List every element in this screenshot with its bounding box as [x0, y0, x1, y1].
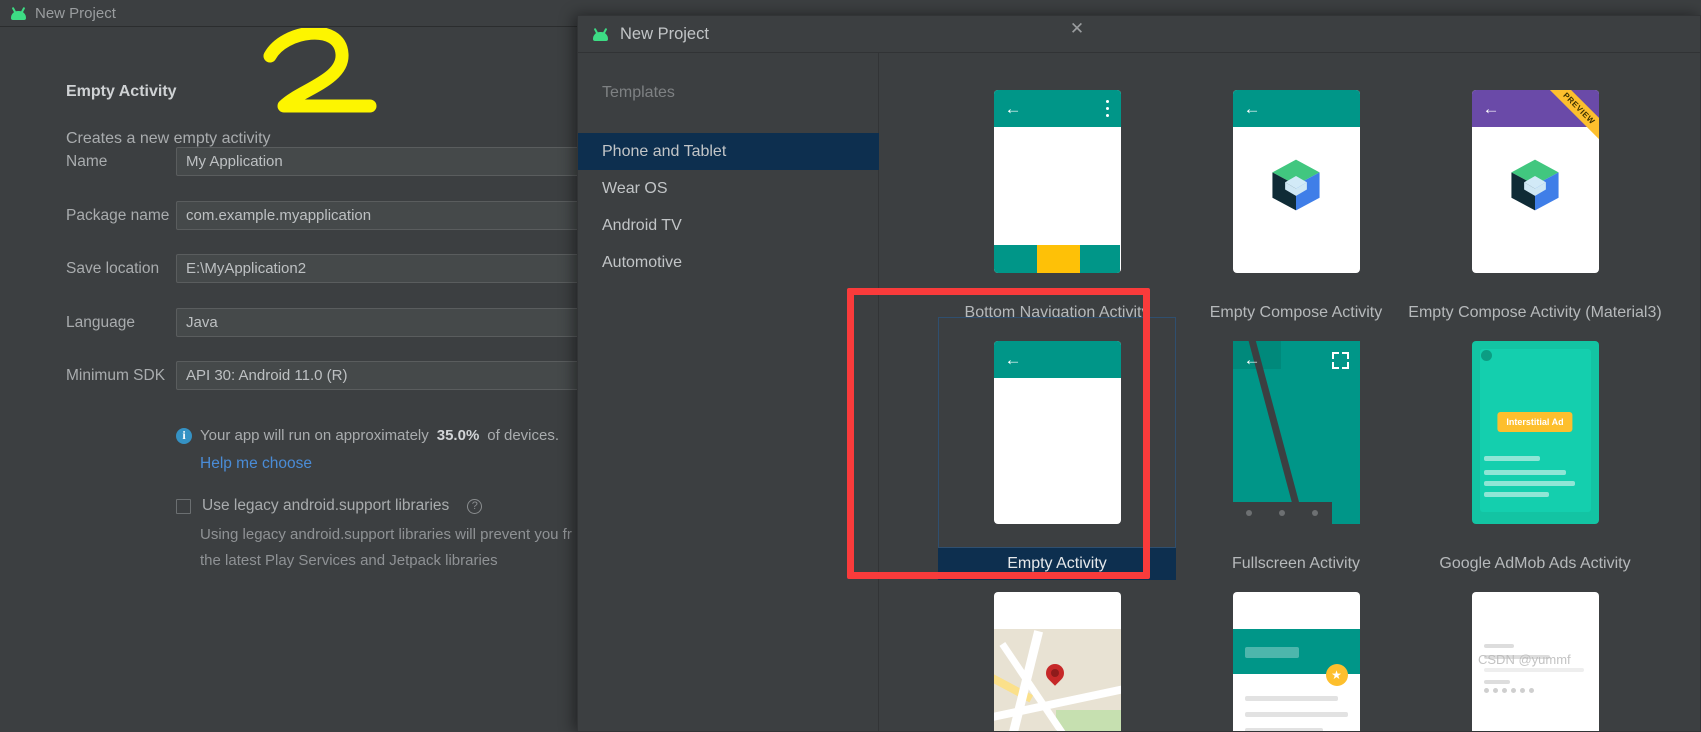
template-thumbnail-bottom-nav: ← — [938, 66, 1176, 297]
back-arrow-icon: ← — [1243, 350, 1261, 369]
back-arrow-icon: ← — [1482, 99, 1500, 118]
back-arrow-icon: ← — [1243, 99, 1261, 118]
preview-badge: PREVIEW — [1543, 90, 1599, 145]
legacy-libraries-description: Using legacy android.support libraries w… — [200, 526, 572, 569]
phone-mock: ← — [1232, 341, 1360, 524]
help-me-choose-link[interactable]: Help me choose — [200, 455, 312, 473]
template-thumbnail-compose: ← — [1177, 66, 1415, 297]
jetpack-compose-icon — [1272, 159, 1320, 211]
label-minimum-sdk: Minimum SDK — [66, 367, 166, 384]
phone-mock: Interstitial Ad — [1471, 341, 1599, 524]
template-thumbnail-compose-preview: ← PREVIEW — [1416, 66, 1654, 297]
device-coverage-percent: 35.0% — [436, 427, 480, 444]
back-arrow-icon: ← — [1004, 601, 1022, 620]
template-thumbnail-fullscreen: ← — [1177, 317, 1415, 548]
phone-mock: ← — [993, 90, 1121, 273]
info-icon: i — [176, 427, 192, 444]
back-arrow-icon: ← — [1004, 350, 1022, 369]
template-grid: ← Bottom Navigation Activity ← Empty Com… — [880, 53, 1700, 731]
avatar-dot-icon — [1480, 350, 1492, 361]
phone-mock: ← PREVIEW — [1471, 90, 1599, 273]
screenshot-root: New Project Empty Activity Creates a new… — [0, 0, 1701, 732]
legacy-libraries-label: Use legacy android.support libraries — [202, 497, 450, 514]
navigation-bar — [1232, 502, 1332, 524]
overflow-menu-icon — [1106, 100, 1110, 117]
overflow-menu-icon — [1345, 602, 1349, 619]
phone-mock: ← — [993, 592, 1121, 731]
legacy-libraries-row[interactable]: Use legacy android.support libraries ? — [176, 497, 483, 515]
wizard-heading: Empty Activity — [66, 83, 177, 100]
overflow-menu-icon — [1106, 602, 1110, 619]
sidebar-item-label: Phone and Tablet — [602, 142, 727, 160]
back-arrow-icon: ← — [1243, 601, 1261, 620]
legacy-libraries-checkbox[interactable] — [176, 498, 191, 514]
sidebar-item-automotive[interactable]: Automotive — [578, 244, 879, 281]
sidebar-item-label: Automotive — [602, 253, 683, 271]
template-thumbnail-basic: ← ★ — [1177, 568, 1415, 731]
watermark: CSDN @yummf — [1478, 652, 1571, 667]
back-arrow-icon: ← — [1482, 601, 1500, 620]
background-window-title: New Project — [35, 4, 116, 22]
android-icon — [10, 6, 27, 20]
sidebar-item-wear-os[interactable]: Wear OS — [578, 170, 879, 207]
jetpack-compose-icon — [1511, 159, 1559, 211]
sidebar-header: Templates — [602, 84, 675, 101]
wizard-subheading: Creates a new empty activity — [66, 130, 271, 147]
label-name: Name — [66, 153, 108, 170]
phone-mock: ← ★ — [1232, 592, 1360, 731]
question-mark-icon[interactable]: ? — [467, 498, 483, 514]
sidebar-item-phone-and-tablet[interactable]: Phone and Tablet — [578, 133, 879, 170]
bottom-nav-bar — [993, 245, 1121, 273]
dialog-titlebar: New Project — [578, 16, 1700, 53]
new-project-dialog: New Project ✕ Templates Phone and Tablet… — [577, 15, 1701, 732]
password-dots-icon — [1483, 688, 1534, 693]
device-coverage-text-before: Your app will run on approximately — [200, 427, 429, 444]
template-thumbnail-login: ← — [1416, 568, 1654, 731]
interstitial-ad-badge: Interstitial Ad — [1497, 411, 1573, 432]
preview-badge-label: PREVIEW — [1543, 90, 1599, 145]
star-fab-icon: ★ — [1325, 664, 1348, 686]
phone-mock: ← — [993, 341, 1121, 524]
overflow-menu-icon — [1584, 602, 1588, 619]
sidebar-item-label: Wear OS — [602, 179, 668, 197]
annotation-number-2 — [263, 28, 377, 113]
close-icon[interactable]: ✕ — [1060, 16, 1094, 42]
fullscreen-icon — [1331, 352, 1349, 369]
dialog-title: New Project — [620, 24, 709, 43]
template-thumbnail-empty: ← — [938, 317, 1176, 548]
label-language: Language — [66, 314, 135, 331]
label-save-location: Save location — [66, 260, 160, 277]
device-coverage-text-after: of devices. — [487, 427, 560, 444]
template-thumbnail-admob: Interstitial Ad — [1416, 317, 1654, 548]
template-thumbnail-map: ← — [938, 568, 1176, 731]
android-icon — [592, 27, 609, 41]
back-arrow-icon: ← — [1004, 99, 1022, 118]
sidebar-item-label: Android TV — [602, 216, 682, 234]
label-package-name: Package name — [66, 207, 170, 224]
sidebar-item-android-tv[interactable]: Android TV — [578, 207, 879, 244]
device-coverage-info: i Your app will run on approximately 35.… — [176, 427, 559, 444]
dialog-sidebar: Templates Phone and Tablet Wear OS Andro… — [578, 53, 879, 731]
phone-mock: ← — [1232, 90, 1360, 273]
